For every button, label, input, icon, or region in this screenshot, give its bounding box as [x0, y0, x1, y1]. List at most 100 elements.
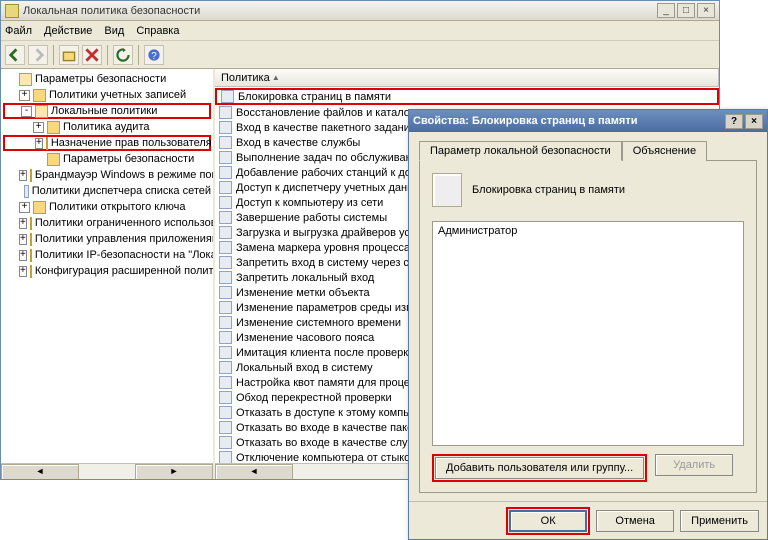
tree-item[interactable]: Политики диспетчера списка сетей: [3, 183, 211, 199]
menu-file[interactable]: Файл: [5, 25, 32, 37]
policy-label: Отказать во входе в качестве служб: [236, 437, 421, 449]
tree-item[interactable]: +Конфигурация расширенной политики: [3, 263, 211, 279]
tree-item[interactable]: -Локальные политики: [3, 103, 211, 119]
tree-item[interactable]: + Назначение прав пользователя: [3, 135, 211, 151]
tree-item-label: Политика аудита: [63, 121, 149, 133]
tree-item[interactable]: + Брандмауэр Windows в режиме повыше: [3, 167, 211, 183]
folder-icon: [30, 233, 32, 246]
expand-toggle[interactable]: +: [33, 122, 44, 133]
policy-label: Завершение работы системы: [236, 212, 387, 224]
apply-button[interactable]: Применить: [680, 510, 759, 532]
policy-icon: [219, 406, 232, 419]
policy-icon: [219, 376, 232, 389]
policy-label: Запретить локальный вход: [236, 272, 374, 284]
app-icon: [5, 4, 19, 18]
policy-label: Отказать в доступе к этому компьют: [236, 407, 422, 419]
cancel-button[interactable]: Отмена: [596, 510, 674, 532]
policy-icon: [432, 173, 462, 207]
folder-icon: [47, 153, 60, 166]
policy-icon: [219, 121, 232, 134]
tab-explanation[interactable]: Объяснение: [622, 141, 707, 161]
properties-dialog: Свойства: Блокировка страниц в памяти ? …: [408, 109, 768, 540]
folder-icon: [30, 265, 32, 278]
policy-icon: [219, 136, 232, 149]
list-header[interactable]: Политика ▲: [215, 69, 719, 87]
folder-icon: [47, 121, 60, 134]
expand-toggle[interactable]: +: [19, 250, 27, 261]
member-item[interactable]: Администратор: [438, 225, 738, 237]
help-button[interactable]: ?: [144, 45, 164, 65]
tree-item[interactable]: + Политика аудита: [3, 119, 211, 135]
menu-action[interactable]: Действие: [44, 25, 92, 37]
policy-label: Отказать во входе в качестве пакет: [236, 422, 418, 434]
expand-toggle[interactable]: +: [19, 90, 30, 101]
tree-item[interactable]: + Политики ограниченного использования: [3, 215, 211, 231]
policy-icon: [219, 271, 232, 284]
expand-toggle[interactable]: +: [35, 138, 43, 149]
policy-icon: [219, 301, 232, 314]
maximize-button[interactable]: □: [677, 3, 695, 18]
tree-item[interactable]: +Политики управления приложениями: [3, 231, 211, 247]
minimize-button[interactable]: _: [657, 3, 675, 18]
dialog-titlebar[interactable]: Свойства: Блокировка страниц в памяти ? …: [409, 110, 767, 132]
policy-icon: [219, 436, 232, 449]
tab-local-security[interactable]: Параметр локальной безопасности: [419, 141, 622, 161]
expand-toggle[interactable]: +: [19, 218, 27, 229]
tree-item-label: Политики IP-безопасности на "Локальн: [35, 249, 213, 261]
policy-label: Выполнение задач по обслуживанию: [236, 152, 426, 164]
ok-button[interactable]: ОК: [509, 510, 587, 532]
remove-button: Удалить: [655, 454, 733, 476]
dialog-footer: ОК Отмена Применить: [409, 501, 767, 539]
policy-label: Имитация клиента после проверки по: [236, 347, 429, 359]
expand-toggle[interactable]: +: [19, 202, 30, 213]
forward-button[interactable]: [28, 45, 48, 65]
back-button[interactable]: [5, 45, 25, 65]
expand-toggle[interactable]: +: [19, 234, 27, 245]
policy-icon: [219, 226, 232, 239]
tree-item-label: Параметры безопасности: [63, 153, 194, 165]
add-user-group-button[interactable]: Добавить пользователя или группу...: [435, 457, 644, 479]
policy-label: Обход перекрестной проверки: [236, 392, 392, 404]
expand-toggle[interactable]: +: [19, 266, 27, 277]
folder-icon: [24, 185, 28, 198]
policy-icon: [219, 241, 232, 254]
dialog-help-button[interactable]: ?: [725, 114, 743, 129]
tree-item-label: Назначение прав пользователя: [51, 137, 212, 149]
policy-label: Доступ к диспетчеру учетных данны: [236, 182, 421, 194]
refresh-button[interactable]: [113, 45, 133, 65]
policy-icon: [219, 166, 232, 179]
toolbar: ?: [1, 41, 719, 69]
policy-label: Изменение системного времени: [236, 317, 401, 329]
menubar: Файл Действие Вид Справка: [1, 21, 719, 41]
tree-item[interactable]: Параметры безопасности: [3, 151, 211, 167]
tree-root[interactable]: Параметры безопасности: [3, 71, 211, 87]
expand-toggle[interactable]: -: [21, 106, 32, 117]
tree-item[interactable]: + Политики IP-безопасности на "Локальн: [3, 247, 211, 263]
tree[interactable]: Параметры безопасности + Политики учетных…: [1, 69, 213, 463]
policy-icon: [219, 361, 232, 374]
policy-label: Доступ к компьютеру из сети: [236, 197, 383, 209]
export-button[interactable]: [59, 45, 79, 65]
expand-toggle[interactable]: +: [19, 170, 27, 181]
members-listbox[interactable]: Администратор: [432, 221, 744, 446]
menu-help[interactable]: Справка: [136, 25, 179, 37]
close-button[interactable]: ×: [697, 3, 715, 18]
tree-hscrollbar[interactable]: ◄►: [1, 463, 213, 479]
menu-view[interactable]: Вид: [104, 25, 124, 37]
policy-label: Вход в качестве пакетного задания: [236, 122, 416, 134]
folder-icon: [30, 217, 32, 230]
tree-item[interactable]: + Политики учетных записей: [3, 87, 211, 103]
policy-icon: [219, 106, 232, 119]
titlebar[interactable]: Локальная политика безопасности _ □ ×: [1, 1, 719, 21]
policy-icon: [221, 90, 234, 103]
tree-item-label: Политики диспетчера списка сетей: [32, 185, 211, 197]
policy-label: Загрузка и выгрузка драйверов устр: [236, 227, 421, 239]
policy-row[interactable]: Блокировка страниц в памяти: [215, 88, 719, 105]
dialog-close-button[interactable]: ×: [745, 114, 763, 129]
policy-label: Вход в качестве службы: [236, 137, 360, 149]
tree-item[interactable]: +Политики открытого ключа: [3, 199, 211, 215]
tree-item-label: Брандмауэр Windows в режиме повыше: [35, 169, 213, 181]
tree-item-label: Политики учетных записей: [49, 89, 186, 101]
tree-item-label: Политики ограниченного использования: [35, 217, 213, 229]
delete-button[interactable]: [82, 45, 102, 65]
